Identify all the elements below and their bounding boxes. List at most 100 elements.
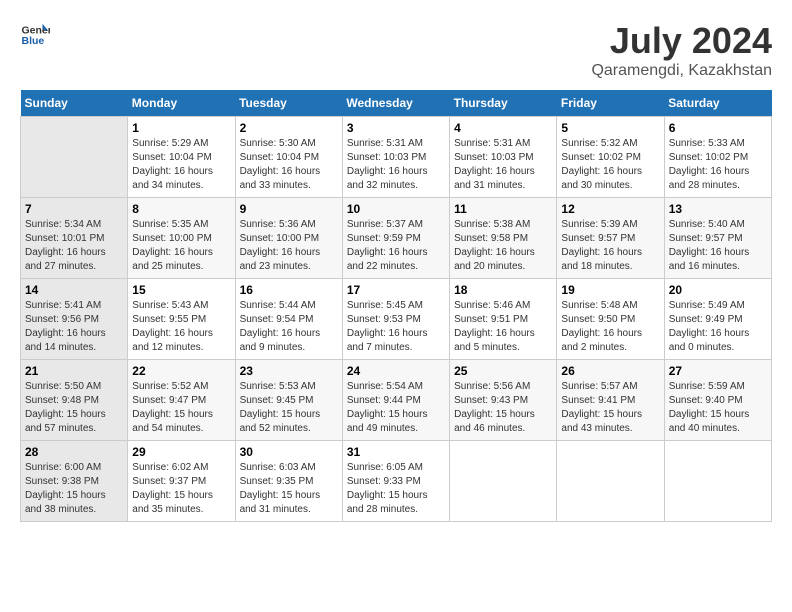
calendar-cell: 15 Sunrise: 5:43 AM Sunset: 9:55 PM Dayli… [128, 279, 235, 360]
day-info: Sunrise: 5:45 AM Sunset: 9:53 PM Dayligh… [347, 299, 445, 355]
weekday-header-wednesday: Wednesday [342, 90, 449, 117]
subtitle: Qaramengdi, Kazakhstan [591, 62, 772, 80]
day-info: Sunrise: 5:53 AM Sunset: 9:45 PM Dayligh… [240, 380, 338, 436]
day-number: 9 [240, 202, 338, 216]
day-info: Sunrise: 5:38 AM Sunset: 9:58 PM Dayligh… [454, 218, 552, 274]
day-number: 16 [240, 283, 338, 297]
day-info: Sunrise: 5:34 AM Sunset: 10:01 PM Daylig… [25, 218, 123, 274]
day-number: 24 [347, 364, 445, 378]
calendar-cell: 27 Sunrise: 5:59 AM Sunset: 9:40 PM Dayli… [664, 360, 771, 441]
day-number: 23 [240, 364, 338, 378]
calendar-cell [664, 441, 771, 522]
week-row-3: 14Sunrise: 5:41 AM Sunset: 9:56 PM Dayli… [21, 279, 772, 360]
calendar-cell: 20 Sunrise: 5:49 AM Sunset: 9:49 PM Dayli… [664, 279, 771, 360]
day-number: 8 [132, 202, 230, 216]
day-info: Sunrise: 5:31 AM Sunset: 10:03 PM Daylig… [454, 137, 552, 193]
title-block: July 2024 Qaramengdi, Kazakhstan [591, 20, 772, 80]
day-number: 10 [347, 202, 445, 216]
day-number: 4 [454, 121, 552, 135]
calendar-cell: 17 Sunrise: 5:45 AM Sunset: 9:53 PM Dayli… [342, 279, 449, 360]
day-info: Sunrise: 5:54 AM Sunset: 9:44 PM Dayligh… [347, 380, 445, 436]
day-info: Sunrise: 6:02 AM Sunset: 9:37 PM Dayligh… [132, 461, 230, 517]
calendar-cell: 22 Sunrise: 5:52 AM Sunset: 9:47 PM Dayli… [128, 360, 235, 441]
day-info: Sunrise: 5:59 AM Sunset: 9:40 PM Dayligh… [669, 380, 767, 436]
calendar-cell: 7 Sunrise: 5:34 AM Sunset: 10:01 PM Dayli… [21, 198, 128, 279]
svg-text:Blue: Blue [22, 35, 45, 47]
weekday-header-friday: Friday [557, 90, 664, 117]
day-number: 21 [25, 364, 123, 378]
week-row-5: 28 Sunrise: 6:00 AM Sunset: 9:38 PM Dayli… [21, 441, 772, 522]
day-info: Sunrise: 5:43 AM Sunset: 9:55 PM Dayligh… [132, 299, 230, 355]
day-number: 29 [132, 445, 230, 459]
calendar-cell: 14Sunrise: 5:41 AM Sunset: 9:56 PM Dayli… [21, 279, 128, 360]
calendar-cell: 11Sunrise: 5:38 AM Sunset: 9:58 PM Dayli… [450, 198, 557, 279]
weekday-header-row: SundayMondayTuesdayWednesdayThursdayFrid… [21, 90, 772, 117]
day-number: 22 [132, 364, 230, 378]
day-number: 13 [669, 202, 767, 216]
calendar-cell: 1Sunrise: 5:29 AM Sunset: 10:04 PM Dayli… [128, 117, 235, 198]
logo: General Blue [20, 20, 50, 50]
day-number: 25 [454, 364, 552, 378]
day-info: Sunrise: 5:48 AM Sunset: 9:50 PM Dayligh… [561, 299, 659, 355]
day-info: Sunrise: 5:33 AM Sunset: 10:02 PM Daylig… [669, 137, 767, 193]
calendar-cell: 29 Sunrise: 6:02 AM Sunset: 9:37 PM Dayli… [128, 441, 235, 522]
calendar-cell: 31 Sunrise: 6:05 AM Sunset: 9:33 PM Dayli… [342, 441, 449, 522]
day-info: Sunrise: 5:31 AM Sunset: 10:03 PM Daylig… [347, 137, 445, 193]
day-info: Sunrise: 5:52 AM Sunset: 9:47 PM Dayligh… [132, 380, 230, 436]
calendar-cell: 6 Sunrise: 5:33 AM Sunset: 10:02 PM Dayli… [664, 117, 771, 198]
calendar-cell: 23 Sunrise: 5:53 AM Sunset: 9:45 PM Dayli… [235, 360, 342, 441]
day-number: 12 [561, 202, 659, 216]
calendar-cell: 2Sunrise: 5:30 AM Sunset: 10:04 PM Dayli… [235, 117, 342, 198]
calendar-cell: 9Sunrise: 5:36 AM Sunset: 10:00 PM Dayli… [235, 198, 342, 279]
day-info: Sunrise: 5:35 AM Sunset: 10:00 PM Daylig… [132, 218, 230, 274]
day-number: 6 [669, 121, 767, 135]
day-info: Sunrise: 5:30 AM Sunset: 10:04 PM Daylig… [240, 137, 338, 193]
calendar-cell: 16 Sunrise: 5:44 AM Sunset: 9:54 PM Dayli… [235, 279, 342, 360]
day-info: Sunrise: 6:00 AM Sunset: 9:38 PM Dayligh… [25, 461, 123, 517]
week-row-1: 1Sunrise: 5:29 AM Sunset: 10:04 PM Dayli… [21, 117, 772, 198]
weekday-header-tuesday: Tuesday [235, 90, 342, 117]
page-header: General Blue July 2024 Qaramengdi, Kazak… [20, 20, 772, 80]
day-info: Sunrise: 5:44 AM Sunset: 9:54 PM Dayligh… [240, 299, 338, 355]
day-info: Sunrise: 5:50 AM Sunset: 9:48 PM Dayligh… [25, 380, 123, 436]
main-title: July 2024 [591, 20, 772, 62]
day-info: Sunrise: 5:57 AM Sunset: 9:41 PM Dayligh… [561, 380, 659, 436]
day-number: 19 [561, 283, 659, 297]
day-info: Sunrise: 5:40 AM Sunset: 9:57 PM Dayligh… [669, 218, 767, 274]
day-info: Sunrise: 6:03 AM Sunset: 9:35 PM Dayligh… [240, 461, 338, 517]
calendar-cell [557, 441, 664, 522]
calendar-cell: 24 Sunrise: 5:54 AM Sunset: 9:44 PM Dayli… [342, 360, 449, 441]
calendar-cell: 13 Sunrise: 5:40 AM Sunset: 9:57 PM Dayli… [664, 198, 771, 279]
day-number: 28 [25, 445, 123, 459]
day-number: 14 [25, 283, 123, 297]
calendar-cell: 4 Sunrise: 5:31 AM Sunset: 10:03 PM Dayli… [450, 117, 557, 198]
day-info: Sunrise: 5:32 AM Sunset: 10:02 PM Daylig… [561, 137, 659, 193]
day-number: 31 [347, 445, 445, 459]
day-number: 27 [669, 364, 767, 378]
day-info: Sunrise: 5:56 AM Sunset: 9:43 PM Dayligh… [454, 380, 552, 436]
calendar-cell: 30 Sunrise: 6:03 AM Sunset: 9:35 PM Dayli… [235, 441, 342, 522]
day-info: Sunrise: 5:46 AM Sunset: 9:51 PM Dayligh… [454, 299, 552, 355]
day-number: 7 [25, 202, 123, 216]
day-number: 20 [669, 283, 767, 297]
day-number: 3 [347, 121, 445, 135]
logo-icon: General Blue [20, 20, 50, 50]
weekday-header-monday: Monday [128, 90, 235, 117]
calendar-cell: 8 Sunrise: 5:35 AM Sunset: 10:00 PM Dayli… [128, 198, 235, 279]
week-row-4: 21 Sunrise: 5:50 AM Sunset: 9:48 PM Dayli… [21, 360, 772, 441]
calendar-cell: 28 Sunrise: 6:00 AM Sunset: 9:38 PM Dayli… [21, 441, 128, 522]
weekday-header-thursday: Thursday [450, 90, 557, 117]
calendar-cell: 3 Sunrise: 5:31 AM Sunset: 10:03 PM Dayli… [342, 117, 449, 198]
calendar-cell [450, 441, 557, 522]
day-number: 30 [240, 445, 338, 459]
calendar-cell: 25 Sunrise: 5:56 AM Sunset: 9:43 PM Dayli… [450, 360, 557, 441]
day-number: 5 [561, 121, 659, 135]
weekday-header-sunday: Sunday [21, 90, 128, 117]
day-info: Sunrise: 5:49 AM Sunset: 9:49 PM Dayligh… [669, 299, 767, 355]
calendar-cell: 18Sunrise: 5:46 AM Sunset: 9:51 PM Dayli… [450, 279, 557, 360]
day-number: 17 [347, 283, 445, 297]
day-number: 15 [132, 283, 230, 297]
calendar-cell: 10Sunrise: 5:37 AM Sunset: 9:59 PM Dayli… [342, 198, 449, 279]
day-info: Sunrise: 6:05 AM Sunset: 9:33 PM Dayligh… [347, 461, 445, 517]
calendar-cell: 5 Sunrise: 5:32 AM Sunset: 10:02 PM Dayli… [557, 117, 664, 198]
